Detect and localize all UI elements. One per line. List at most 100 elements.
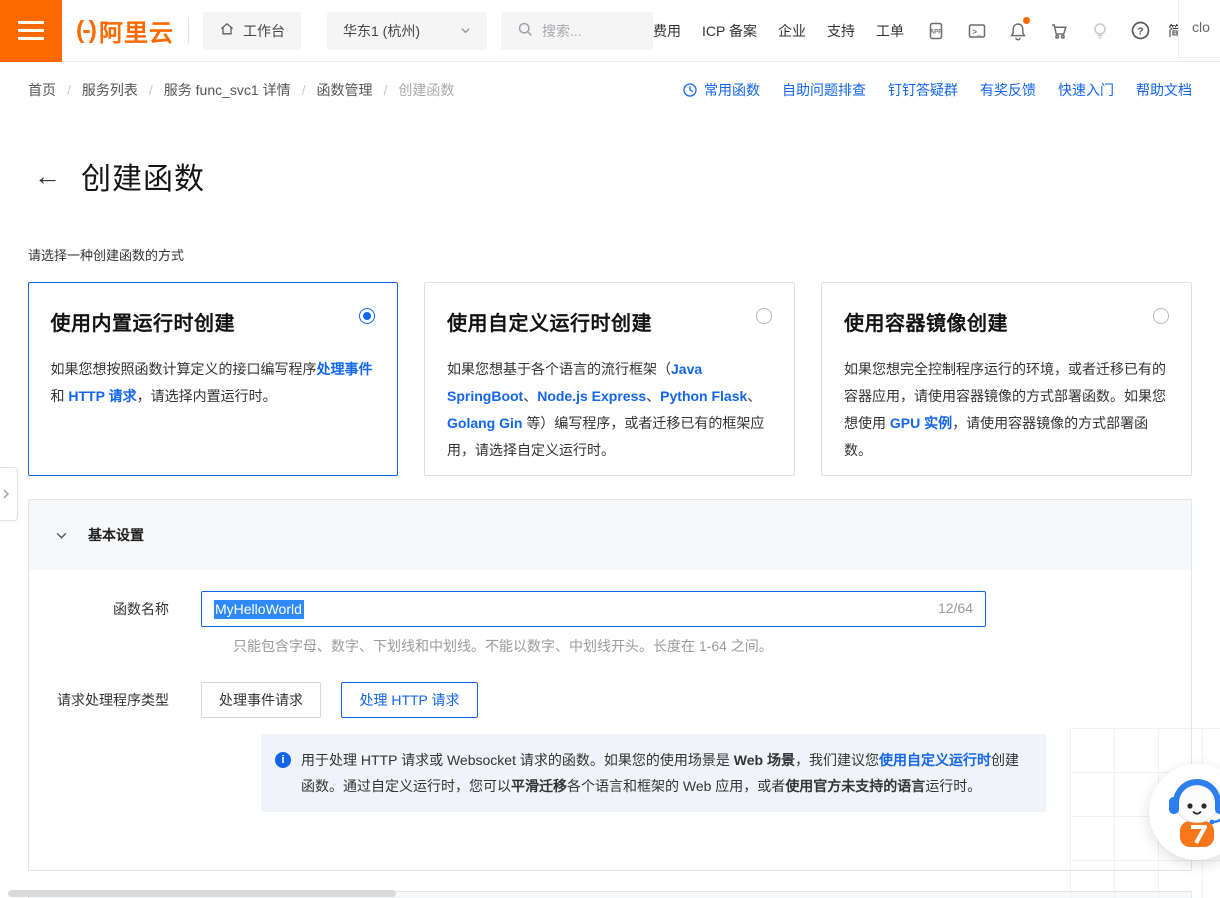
inline-text: 、: [747, 388, 761, 404]
home-icon: [219, 21, 235, 40]
card-builtin-runtime[interactable]: 使用内置运行时创建 如果您想按照函数计算定义的接口编写程序处理事件和 HTTP …: [28, 282, 398, 476]
help-icon[interactable]: ?: [1130, 20, 1152, 42]
account-overflow-text: clo: [1192, 19, 1210, 35]
page-subtitle: 请选择一种创建函数的方式: [28, 245, 1220, 264]
breadcrumb-function-mgmt[interactable]: 函数管理: [317, 80, 399, 100]
nav-item-tickets[interactable]: 工单: [876, 21, 904, 41]
inline-text: 、: [646, 388, 660, 404]
link-help-docs[interactable]: 帮助文档: [1136, 80, 1192, 100]
function-name-label: 函数名称: [29, 591, 201, 627]
search-icon: [517, 21, 534, 41]
link-common-functions[interactable]: 常用函数: [682, 80, 760, 100]
robot-icon: [1149, 764, 1220, 860]
divider: [188, 18, 189, 44]
aliyun-logo-glyph: (-): [76, 16, 95, 45]
inline-text: 、: [523, 388, 537, 404]
inline-link[interactable]: 处理事件: [317, 361, 373, 377]
basic-settings-body: 函数名称 MyHelloWorld 12/64 只能包含字母、数字、下划线和中划…: [29, 570, 1191, 870]
inline-text: ，请选择内置运行时。: [137, 388, 277, 404]
notification-dot: [1023, 17, 1030, 24]
chevron-down-icon: [55, 529, 68, 542]
app-icon[interactable]: APP: [925, 20, 947, 42]
inline-text: 各个语言和框架的 Web 应用，或者: [567, 778, 785, 794]
top-nav: 费用 ICP 备案 企业 支持 工单: [653, 21, 904, 41]
create-function-page: (-) 阿里云 工作台 华东1 (杭州) 搜索... 费用 ICP 备案 企业: [0, 0, 1220, 898]
basic-settings-panel: 基本设置 函数名称 MyHelloWorld 12/64 只能包含字母、数字、下…: [28, 499, 1192, 871]
card-custom-runtime[interactable]: 使用自定义运行时创建 如果您想基于各个语言的流行框架（Java SpringBo…: [424, 282, 795, 476]
card-description: 如果您想按照函数计算定义的接口编写程序处理事件和 HTTP 请求，请选择内置运行…: [51, 356, 376, 410]
inline-text: Web 场景: [734, 752, 795, 768]
inline-link[interactable]: 使用自定义运行时: [879, 752, 991, 768]
workbench-button[interactable]: 工作台: [203, 12, 301, 50]
char-counter: 12/64: [938, 592, 973, 625]
nav-item-enterprise[interactable]: 企业: [778, 21, 806, 41]
info-icon: i: [275, 752, 291, 768]
card-title: 使用自定义运行时创建: [447, 307, 772, 336]
chatbot-assistant-button[interactable]: [1149, 764, 1220, 860]
function-name-input[interactable]: MyHelloWorld 12/64: [201, 591, 986, 627]
breadcrumb: 首页 服务列表 服务 func_svc1 详情 函数管理 创建函数: [28, 80, 454, 100]
function-name-value-selected: MyHelloWorld: [214, 600, 304, 619]
inline-text: 如果您想基于各个语言的流行框架（: [447, 361, 671, 377]
creation-method-cards: 使用内置运行时创建 如果您想按照函数计算定义的接口编写程序处理事件和 HTTP …: [0, 282, 1220, 476]
top-bar: (-) 阿里云 工作台 华东1 (杭州) 搜索... 费用 ICP 备案 企业: [0, 0, 1220, 62]
back-arrow-button[interactable]: ←: [34, 163, 61, 190]
card-container-image[interactable]: 使用容器镜像创建 如果您想完全控制程序运行的环境，或者迁移已有的容器应用，请使用…: [821, 282, 1192, 476]
svg-text:APP: APP: [930, 29, 942, 35]
inline-text: 如果您想按照函数计算定义的接口编写程序: [51, 361, 317, 377]
breadcrumb-service-list[interactable]: 服务列表: [82, 80, 164, 100]
clock-icon: [682, 82, 698, 98]
help-links: 常用函数 自助问题排查 钉钉答疑群 有奖反馈 快速入门 帮助文档: [682, 80, 1192, 100]
inline-link[interactable]: Golang Gin: [447, 415, 522, 431]
terminal-icon[interactable]: >_: [966, 20, 988, 42]
section-title: 基本设置: [88, 525, 144, 545]
card-title: 使用容器镜像创建: [844, 307, 1169, 336]
page-title: 创建函数: [81, 154, 205, 198]
inline-link[interactable]: Node.js Express: [537, 388, 646, 404]
account-dropdown-partial[interactable]: clo: [1178, 0, 1220, 58]
region-selector[interactable]: 华东1 (杭州): [327, 12, 487, 50]
chevron-down-icon: [460, 23, 471, 39]
handler-http-button[interactable]: 处理 HTTP 请求: [341, 682, 477, 718]
chevron-right-icon: [0, 488, 12, 500]
inline-link[interactable]: Python Flask: [660, 388, 747, 404]
nav-item-icp[interactable]: ICP 备案: [702, 21, 757, 41]
link-self-troubleshoot[interactable]: 自助问题排查: [782, 80, 866, 100]
aliyun-logo[interactable]: (-) 阿里云: [76, 13, 174, 48]
hamburger-menu-button[interactable]: [0, 0, 62, 62]
card-title: 使用内置运行时创建: [51, 307, 376, 336]
inline-text: ，我们建议您: [795, 752, 879, 768]
inline-link[interactable]: HTTP 请求: [68, 388, 136, 404]
http-info-box: i 用于处理 HTTP 请求或 Websocket 请求的函数。如果您的使用场景…: [261, 734, 1046, 812]
breadcrumb-home[interactable]: 首页: [28, 80, 82, 100]
top-icon-row: APP >_ ?: [925, 20, 1152, 42]
breadcrumb-service-detail[interactable]: 服务 func_svc1 详情: [164, 80, 317, 100]
region-value: 华东1 (杭州): [343, 21, 420, 41]
search-input[interactable]: 搜索...: [501, 12, 653, 50]
nav-item-fees[interactable]: 费用: [653, 21, 681, 41]
link-feedback[interactable]: 有奖反馈: [980, 80, 1036, 100]
handler-event-button[interactable]: 处理事件请求: [201, 682, 321, 718]
side-panel-expander[interactable]: [0, 467, 18, 521]
link-dingtalk-group[interactable]: 钉钉答疑群: [888, 80, 958, 100]
inline-text: 用于处理 HTTP 请求或 Websocket 请求的函数。如果您的使用场景是: [301, 752, 734, 768]
inline-text: 和: [51, 388, 69, 404]
bell-icon[interactable]: [1007, 20, 1029, 42]
inline-link[interactable]: GPU 实例: [890, 415, 952, 431]
bulb-icon[interactable]: [1089, 20, 1111, 42]
handler-type-label: 请求处理程序类型: [29, 682, 201, 718]
page-head: ← 创建函数: [34, 134, 1220, 218]
cart-icon[interactable]: [1048, 20, 1070, 42]
horizontal-scrollbar-thumb[interactable]: [8, 890, 396, 897]
nav-item-support[interactable]: 支持: [827, 21, 855, 41]
function-name-helper: 只能包含字母、数字、下划线和中划线。不能以数字、中划线开头。长度在 1-64 之…: [233, 636, 1191, 656]
aliyun-logo-text: 阿里云: [99, 13, 174, 48]
breadcrumb-current: 创建函数: [398, 80, 454, 100]
inline-text: 平滑迁移: [511, 778, 567, 794]
svg-text:>_: >_: [972, 28, 982, 37]
basic-settings-header[interactable]: 基本设置: [29, 500, 1191, 570]
card-description: 如果您想基于各个语言的流行框架（Java SpringBoot、Node.js …: [447, 356, 772, 464]
link-quick-start[interactable]: 快速入门: [1058, 80, 1114, 100]
card-description: 如果您想完全控制程序运行的环境，或者迁移已有的容器应用，请使用容器镜像的方式部署…: [844, 356, 1169, 464]
handler-type-group: 处理事件请求 处理 HTTP 请求: [201, 682, 494, 718]
